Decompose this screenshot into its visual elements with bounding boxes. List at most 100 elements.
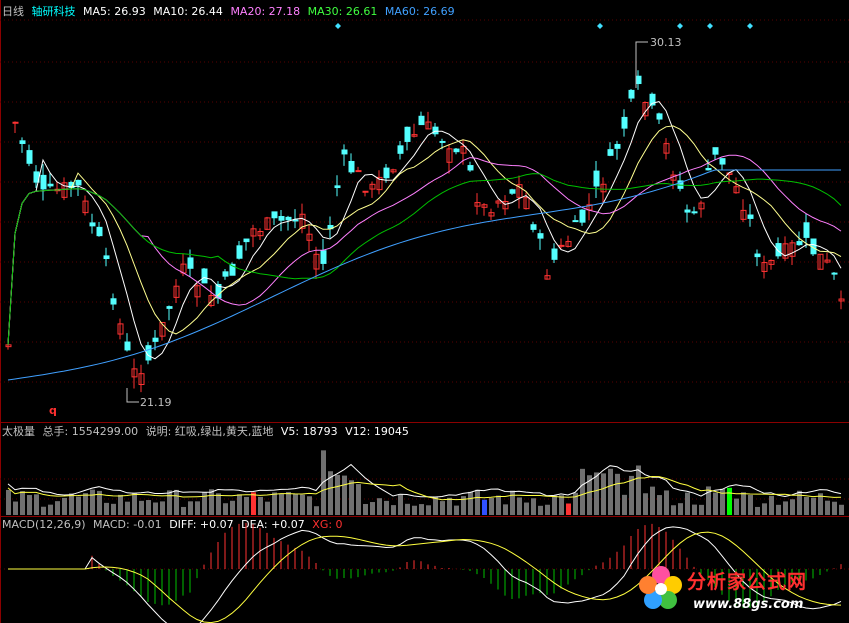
volume-bar <box>251 492 256 515</box>
volume-bar <box>20 491 25 515</box>
candle-body <box>320 250 327 264</box>
volume-bar <box>447 497 452 515</box>
volume-bar <box>419 504 424 515</box>
volume-bar <box>272 492 277 515</box>
volume-bar <box>559 495 564 515</box>
volume-bar <box>244 496 249 515</box>
volume-bar <box>237 494 242 515</box>
low-leader-line <box>126 388 139 403</box>
signal-diamond-icon <box>597 23 603 29</box>
volume-bar <box>825 500 830 515</box>
volume-bar <box>734 498 739 515</box>
volume-bar <box>832 501 837 515</box>
candle-body <box>348 160 355 173</box>
candle-body <box>341 149 348 155</box>
signal-diamond-icon <box>677 23 683 29</box>
volume-bar <box>643 493 648 515</box>
volume-bar <box>181 506 186 515</box>
volume-bar <box>608 468 613 515</box>
volume-bar <box>811 497 816 515</box>
volume-bar <box>83 493 88 515</box>
candle-body <box>47 183 54 187</box>
volume-bar <box>160 501 165 515</box>
volume-bar <box>426 505 431 515</box>
candle-body <box>75 179 82 186</box>
flower-logo-icon <box>639 566 682 609</box>
volume-bar <box>531 498 536 515</box>
volume-bar <box>727 487 732 515</box>
volume-bar <box>55 501 60 515</box>
volume-bar <box>405 503 410 515</box>
volume-bar <box>300 494 305 515</box>
volume-bar <box>153 502 158 515</box>
volume-bar <box>475 489 480 515</box>
volume-bar <box>797 490 802 515</box>
volume-bar <box>580 468 585 515</box>
signal-marker-q: q <box>49 404 57 417</box>
candle-body <box>635 75 642 85</box>
ma5-line <box>7 101 842 360</box>
volume-bar <box>349 480 354 515</box>
volume-bar <box>468 491 473 515</box>
volume-chart[interactable] <box>0 423 849 516</box>
volume-bar <box>510 490 515 515</box>
volume-bar <box>489 497 494 515</box>
volume-bar <box>741 492 746 515</box>
candle-body <box>796 241 803 246</box>
volume-bar <box>48 504 53 515</box>
volume-bar <box>692 504 697 515</box>
candle-body <box>747 214 754 219</box>
volume-bar <box>440 501 445 515</box>
volume-bar <box>398 494 403 515</box>
volume-bar <box>265 501 270 515</box>
volume-bar <box>342 475 347 515</box>
candle-body <box>222 271 229 277</box>
candlestick-chart[interactable] <box>0 0 849 422</box>
candle-body <box>12 121 19 124</box>
candle-body <box>551 248 558 260</box>
volume-bar <box>363 503 368 515</box>
volume-bar <box>664 490 669 515</box>
volume-bar <box>545 504 550 515</box>
volume-bar <box>104 502 109 515</box>
volume-bar <box>412 505 417 515</box>
candle-body <box>89 222 96 227</box>
candle-body <box>467 165 474 171</box>
volume-bar <box>636 465 641 515</box>
volume-bar <box>769 495 774 515</box>
volume-bar <box>335 474 340 515</box>
volume-bar <box>356 484 361 515</box>
volume-bar <box>6 489 11 515</box>
volume-bar <box>454 505 459 515</box>
watermark-url: www.88gs.com <box>693 597 804 612</box>
volume-bar <box>307 496 312 515</box>
candle-body <box>334 185 341 189</box>
candle-body <box>355 170 362 173</box>
volume-bar <box>293 493 298 515</box>
candle-body <box>558 244 565 247</box>
candle-body <box>40 174 47 190</box>
volume-bar <box>629 475 634 515</box>
watermark-title: 分析家公式网 <box>687 571 808 593</box>
volume-bar <box>594 472 599 515</box>
candle-body <box>621 116 628 129</box>
volume-bar <box>566 503 571 515</box>
volume-bar <box>622 494 627 515</box>
candle-body <box>236 245 243 259</box>
candle-body <box>754 253 761 258</box>
volume-bar <box>13 501 18 515</box>
volume-bar <box>524 502 529 515</box>
volume-bar <box>496 495 501 515</box>
candle-body <box>19 140 26 144</box>
volume-bar <box>146 500 151 515</box>
candle-body <box>628 89 635 99</box>
volume-bar <box>685 492 690 515</box>
volume-bar <box>188 501 193 515</box>
candle-body <box>614 143 621 149</box>
volume-bar <box>167 490 172 515</box>
volume-bar <box>321 450 326 515</box>
volume-bar <box>111 503 116 515</box>
candle-body <box>110 298 117 305</box>
volume-bar <box>118 494 123 515</box>
candle-body <box>607 149 614 156</box>
